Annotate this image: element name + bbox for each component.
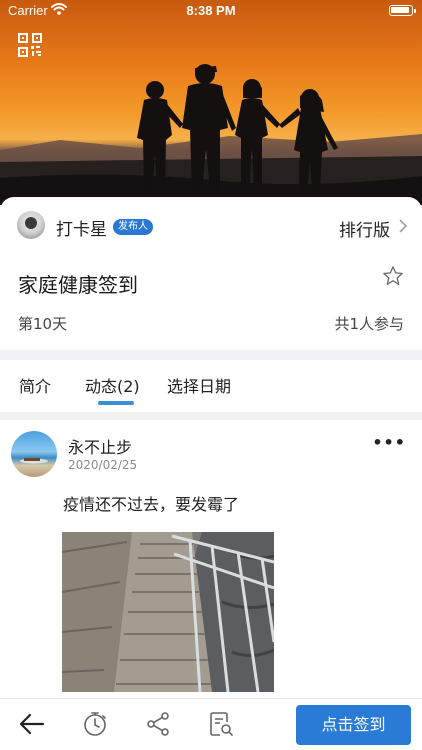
post-text: 疫情还不过去，要发霉了 [63, 495, 240, 514]
participant-count: 共1人参与 [334, 315, 404, 333]
sunset-family-silhouette [0, 64, 422, 205]
activity-info-card: 打卡星 发布人 排行版 家庭健康签到 第10天 共1人参与 [0, 197, 422, 350]
bottom-action-bar: 点击签到 [0, 698, 422, 750]
tab-select-date[interactable]: 选择日期 [167, 373, 231, 397]
tab-bar: 简介 动态(2) 选择日期 [0, 360, 422, 412]
cover-image: Carrier 8:38 PM [0, 0, 422, 205]
activity-title: 家庭健康签到 [18, 273, 138, 297]
activity-day-count: 第10天 [18, 315, 68, 333]
more-icon[interactable]: ••• [372, 433, 406, 452]
feed-post: 永不止步 2020/02/25 ••• 疫情还不过去，要发霉了 [0, 420, 422, 700]
active-tab-indicator [98, 401, 134, 405]
status-time: 8:38 PM [186, 3, 236, 18]
publisher-badge: 发布人 [113, 219, 153, 235]
star-outline-icon[interactable] [382, 265, 404, 287]
battery-icon [389, 5, 416, 16]
tab-intro[interactable]: 简介 [19, 373, 51, 397]
publisher-avatar[interactable] [17, 211, 45, 239]
checkin-button[interactable]: 点击签到 [296, 705, 411, 745]
post-date: 2020/02/25 [68, 458, 138, 472]
share-icon[interactable] [145, 711, 171, 737]
checkin-detail-screen: Carrier 8:38 PM 打卡星 发布人 排行版 家庭健康签到 第10天 … [0, 0, 422, 750]
document-search-icon[interactable] [208, 711, 234, 737]
tab-updates[interactable]: 动态(2) [85, 373, 140, 397]
status-bar: Carrier 8:38 PM [0, 0, 422, 22]
chevron-right-icon[interactable] [398, 218, 408, 238]
publisher-name[interactable]: 打卡星 [56, 215, 107, 240]
qr-code-icon[interactable] [18, 33, 42, 57]
post-photo[interactable] [62, 532, 274, 692]
ranking-link[interactable]: 排行版 [339, 216, 390, 241]
back-arrow-icon[interactable] [19, 711, 45, 737]
stopwatch-icon[interactable] [82, 711, 108, 737]
post-author-name[interactable]: 永不止步 [68, 434, 132, 458]
post-author-avatar[interactable] [11, 431, 57, 477]
